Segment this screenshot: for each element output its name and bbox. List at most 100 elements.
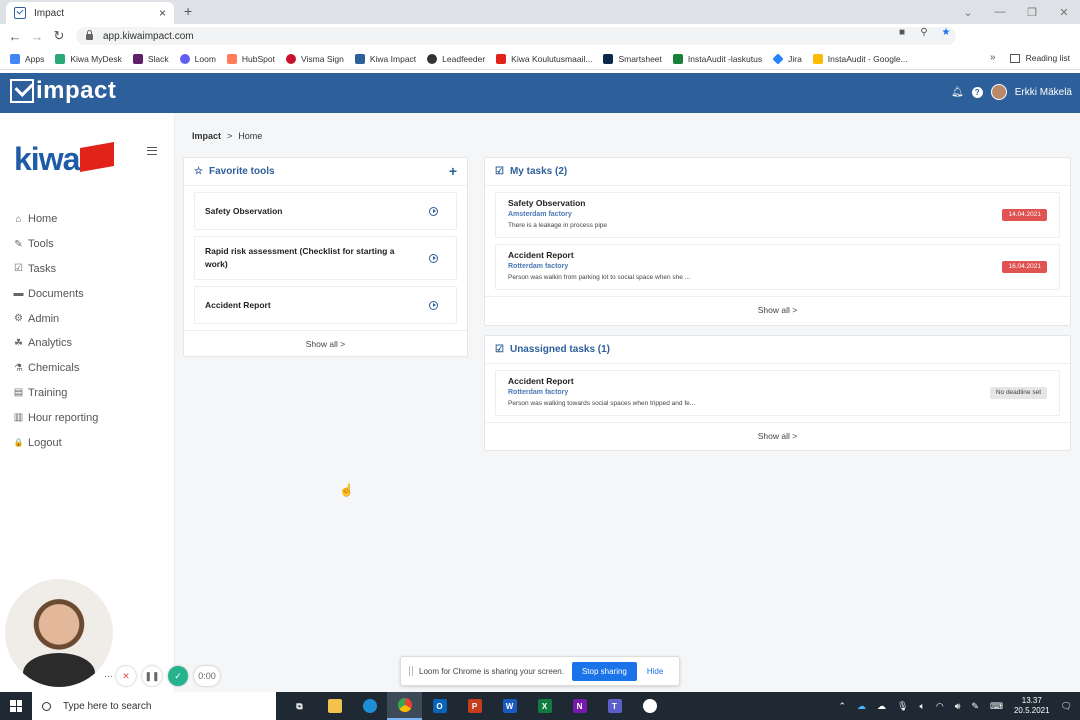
new-tab-button[interactable]: + <box>184 3 192 19</box>
leadfeeder-icon <box>427 53 438 64</box>
bookmark-kiwa-impact[interactable]: Kiwa Impact <box>354 53 416 64</box>
tab-search-icon[interactable]: ⌄ <box>952 6 984 19</box>
hand-cursor-icon: ☝ <box>339 483 354 497</box>
loom-cancel-button[interactable]: ✕ <box>116 666 136 686</box>
kiwa-logo[interactable]: kiwa <box>14 140 114 178</box>
pen-icon[interactable]: ✎ <box>971 701 979 712</box>
sidebar-item-analytics[interactable]: ☘ Analytics <box>13 331 98 356</box>
zoom-icon[interactable]: ⚲ <box>918 27 930 38</box>
sidebar-item-hour-reporting[interactable]: ▥ Hour reporting <box>13 405 99 430</box>
breadcrumb-root[interactable]: Impact <box>192 131 221 141</box>
edge-icon[interactable] <box>352 692 387 720</box>
close-window-icon[interactable]: ✕ <box>1048 6 1080 19</box>
bookmark-instaaudit-laskutus[interactable]: InstaAudit -laskutus <box>672 53 762 64</box>
maximize-icon[interactable]: ❐ <box>1016 6 1048 19</box>
speaker-icon[interactable]: 🔊︎ <box>955 701 961 712</box>
taskbar-clock[interactable]: 13.37 20.5.2021 <box>1014 696 1050 716</box>
onedrive-icon[interactable]: ☁ <box>857 701 866 712</box>
loom-finish-button[interactable]: ✓ <box>168 666 188 686</box>
camera-icon[interactable]: ■ <box>896 27 908 38</box>
sidebar-item-tasks[interactable]: ☑ Tasks <box>13 257 98 282</box>
task-item[interactable]: Safety Observation Amsterdam factory The… <box>495 192 1060 238</box>
loom-app-icon[interactable] <box>632 692 667 720</box>
bookmarks-overflow-icon[interactable]: » <box>990 52 996 63</box>
loom-webcam-bubble[interactable] <box>5 579 113 687</box>
loom-pause-button[interactable]: ❚❚ <box>142 666 162 686</box>
reload-icon[interactable]: ↻ <box>48 28 70 44</box>
play-circle-icon[interactable] <box>429 206 438 216</box>
bookmark-apps[interactable]: Apps <box>10 53 44 64</box>
chrome-icon[interactable] <box>387 692 422 720</box>
user-name[interactable]: Erkki Mäkelä <box>1015 87 1072 98</box>
impact-logo[interactable]: impact <box>10 79 116 103</box>
bookmark-loom[interactable]: Loom <box>179 53 216 64</box>
bookmark-smartsheet[interactable]: Smartsheet <box>603 53 662 64</box>
browser-tab[interactable]: Impact × <box>6 2 174 24</box>
teams-icon[interactable]: T <box>597 692 632 720</box>
onenote-icon[interactable]: N <box>562 692 597 720</box>
drag-handle-icon[interactable] <box>409 666 413 676</box>
user-avatar[interactable] <box>990 84 1007 100</box>
hide-notification-button[interactable]: Hide <box>647 667 663 676</box>
close-tab-icon[interactable]: × <box>159 6 166 20</box>
bookmark-jira[interactable]: Jira <box>772 52 802 65</box>
favorite-tool-item[interactable]: Accident Report <box>194 286 457 324</box>
sidebar-item-admin[interactable]: ⚙ Admin <box>13 306 98 331</box>
play-circle-icon[interactable] <box>429 253 438 263</box>
unassigned-tasks-title: Unassigned tasks (1) <box>509 344 611 355</box>
notifications-bell-icon[interactable]: 🔔︎ <box>951 87 964 98</box>
bookmark-slack[interactable]: Slack <box>132 53 169 64</box>
start-button[interactable] <box>0 692 32 720</box>
bookmark-visma-sign[interactable]: Visma Sign <box>286 53 344 64</box>
task-item[interactable]: Accident Report Rotterdam factory Person… <box>495 244 1060 290</box>
my-tasks-show-all-link[interactable]: Show all > <box>485 296 1070 322</box>
wifi-icon[interactable]: ◠ <box>936 701 944 712</box>
bookmark-instaaudit-google[interactable]: InstaAudit - Google... <box>812 53 908 64</box>
volume-icon[interactable]: 🔈︎ <box>919 701 924 712</box>
url-text: app.kiwaimpact.com <box>103 30 194 42</box>
sidebar-item-chemicals[interactable]: ⚗ Chemicals <box>13 356 98 381</box>
stop-sharing-button[interactable]: Stop sharing <box>571 661 637 681</box>
bookmark-leadfeeder[interactable]: Leadfeeder <box>427 53 485 64</box>
play-circle-icon[interactable] <box>429 300 438 310</box>
folder-icon: ▬ <box>13 288 24 300</box>
add-favorite-tool-button[interactable]: + <box>449 163 457 179</box>
bookmark-kiwa-mydesk[interactable]: Kiwa MyDesk <box>55 53 122 64</box>
excel-icon[interactable]: X <box>527 692 562 720</box>
help-icon[interactable]: ? <box>971 86 983 98</box>
loom-more-icon[interactable]: ⋯ <box>104 666 113 686</box>
sidebar-item-documents[interactable]: ▬ Documents <box>13 281 98 306</box>
minimize-icon[interactable]: — <box>984 6 1016 18</box>
favorite-tools-show-all-link[interactable]: Show all > <box>184 330 467 356</box>
file-explorer-icon[interactable] <box>317 692 352 720</box>
notifications-icon[interactable]: 🗨︎ <box>1061 701 1072 712</box>
cloud-icon[interactable]: ☁ <box>877 701 886 712</box>
sidebar-item-home[interactable]: ⌂ Home <box>13 207 98 232</box>
bookmark-star-icon[interactable]: ★ <box>940 27 952 38</box>
address-bar[interactable]: app.kiwaimpact.com <box>76 27 956 45</box>
impact-favicon-icon <box>14 7 26 19</box>
taskbar-search[interactable]: Type here to search <box>32 692 276 720</box>
task-view-icon[interactable]: ⧉ <box>282 692 317 720</box>
favorite-tool-item[interactable]: Rapid risk assessment (Checklist for sta… <box>194 236 457 280</box>
outlook-icon[interactable]: O <box>422 692 457 720</box>
back-icon[interactable]: ← <box>4 29 26 44</box>
sidebar-item-logout[interactable]: 🔒 Logout <box>13 430 98 455</box>
unassigned-tasks-show-all-link[interactable]: Show all > <box>485 422 1070 448</box>
microphone-icon[interactable]: 🎙︎ <box>897 701 908 712</box>
word-icon[interactable]: W <box>492 692 527 720</box>
favorite-tool-item[interactable]: Safety Observation <box>194 192 457 230</box>
bookmark-hubspot[interactable]: HubSpot <box>226 53 275 64</box>
sidebar-item-tools[interactable]: ✎ Tools <box>13 232 98 257</box>
main-content: Impact > Home ☆ Favorite tools + Safety … <box>175 113 1080 692</box>
bookmark-kiwa-koulutusmaailma[interactable]: Kiwa Koulutusmaail... <box>496 53 592 64</box>
windows-logo-icon <box>10 700 22 712</box>
show-hidden-icons-icon[interactable]: ⌃ <box>839 701 847 712</box>
reading-list-button[interactable]: Reading list <box>1009 53 1070 63</box>
forward-icon[interactable]: → <box>26 29 48 44</box>
hamburger-menu-icon[interactable] <box>147 147 157 155</box>
sidebar-item-training[interactable]: ▤ Training <box>13 381 98 406</box>
task-item[interactable]: Accident Report Rotterdam factory Person… <box>495 370 1060 416</box>
keyboard-icon[interactable]: ⌨ <box>990 701 1003 712</box>
powerpoint-icon[interactable]: P <box>457 692 492 720</box>
